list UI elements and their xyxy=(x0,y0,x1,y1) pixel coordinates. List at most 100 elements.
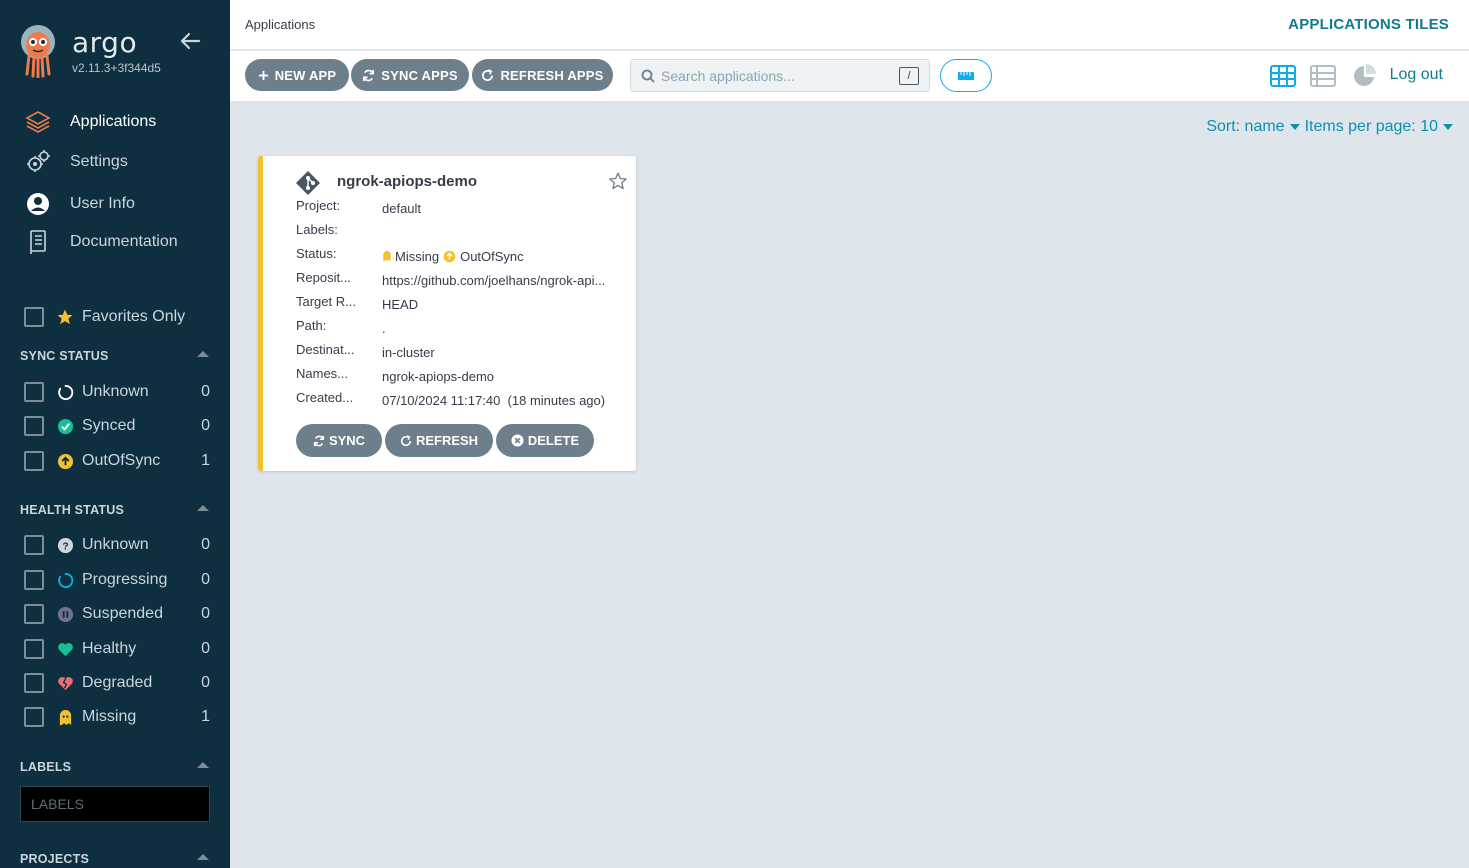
field-key: Path: xyxy=(296,318,327,333)
filter-label: Degraded xyxy=(82,674,153,691)
filter-checkbox[interactable] xyxy=(24,707,44,727)
sort-controls: Sort: name Items per page: 10 xyxy=(1206,118,1453,136)
projects-collapse-caret[interactable] xyxy=(197,854,209,860)
progressing-circle-icon xyxy=(56,571,74,589)
favorites-label: Favorites Only xyxy=(82,308,186,325)
search-input[interactable] xyxy=(661,60,891,91)
field-key: Labels: xyxy=(296,222,338,237)
logout-link[interactable]: Log out xyxy=(1390,66,1443,84)
field-status: Status: Missing OutOfSync xyxy=(296,246,626,266)
nav-user-info[interactable]: User Info xyxy=(24,189,135,219)
filter-count: 0 xyxy=(201,571,210,588)
collapse-sidebar-arrow-icon[interactable] xyxy=(178,30,202,52)
filter-health-unknown[interactable]: ? Unknown 0 xyxy=(24,533,210,557)
filter-checkbox[interactable] xyxy=(24,382,44,402)
nav-settings[interactable]: Settings xyxy=(24,147,128,177)
layers-icon xyxy=(24,108,52,136)
labels-collapse-caret[interactable] xyxy=(197,762,209,768)
items-per-page-dropdown[interactable]: Items per page: 10 xyxy=(1305,118,1453,136)
favorites-checkbox[interactable] xyxy=(24,307,44,327)
caret-down-icon xyxy=(1289,124,1300,130)
projects-title: PROJECTS xyxy=(20,852,89,866)
filter-health-missing[interactable]: Missing 1 xyxy=(24,705,210,729)
field-key: Names... xyxy=(296,366,349,381)
filter-sync-synced[interactable]: Synced 0 xyxy=(24,414,210,438)
favorites-filter[interactable]: Favorites Only xyxy=(24,307,185,327)
filter-checkbox[interactable] xyxy=(24,451,44,471)
filter-health-progressing[interactable]: Progressing 0 xyxy=(24,568,210,592)
search-icon xyxy=(641,69,655,83)
broken-heart-icon xyxy=(56,674,74,692)
field-value: . xyxy=(382,320,386,336)
pause-circle-icon xyxy=(56,605,74,623)
filter-checkbox[interactable] xyxy=(24,535,44,555)
app-name[interactable]: ngrok-apiops-demo xyxy=(337,173,477,190)
times-circle-icon xyxy=(511,434,524,447)
sync-status-text: OutOfSync xyxy=(460,248,524,264)
filter-label: Progressing xyxy=(82,571,168,588)
field-value: default xyxy=(382,200,422,216)
check-circle-icon xyxy=(56,417,74,435)
arrow-up-circle-icon xyxy=(443,250,456,262)
filter-label: OutOfSync xyxy=(82,452,161,469)
application-tile[interactable]: ngrok-apiops-demo Project: default Label… xyxy=(258,156,636,471)
filter-checkbox[interactable] xyxy=(24,639,44,659)
sync-icon xyxy=(313,435,325,447)
filter-label: Healthy xyxy=(82,640,137,657)
filter-count: 0 xyxy=(201,536,210,553)
field-destination: Destinat... in-cluster xyxy=(296,342,626,362)
field-project: Project: default xyxy=(296,198,626,218)
button-label: REFRESH xyxy=(415,433,479,448)
labels-filter-input[interactable] xyxy=(20,786,210,822)
refresh-icon xyxy=(481,68,494,82)
filter-sync-outofsync[interactable]: OutOfSync 1 xyxy=(24,449,210,473)
new-app-button[interactable]: NEW APP xyxy=(245,59,349,91)
field-labels: Labels: xyxy=(296,222,626,242)
filter-health-healthy[interactable]: Healthy 0 xyxy=(24,637,210,661)
favorite-star-icon[interactable] xyxy=(608,171,628,191)
filter-checkbox[interactable] xyxy=(24,604,44,624)
filter-count: 0 xyxy=(201,417,210,434)
filter-sync-unknown[interactable]: Unknown 0 xyxy=(24,380,210,404)
ghost-icon xyxy=(383,251,391,261)
filter-label: Missing xyxy=(82,708,137,725)
toolbar: NEW APP SYNC APPS REFRESH APPS / Log out xyxy=(230,51,1469,101)
question-circle-icon: ? xyxy=(56,536,74,554)
sync-status-collapse-caret[interactable] xyxy=(197,351,209,357)
tiles-view-icon[interactable] xyxy=(1270,63,1296,89)
sync-button[interactable]: SYNC xyxy=(296,424,382,457)
refresh-apps-button[interactable]: REFRESH APPS xyxy=(472,59,613,91)
nav-documentation[interactable]: Documentation xyxy=(24,227,178,257)
filter-checkbox[interactable] xyxy=(24,570,44,590)
filter-count: 0 xyxy=(201,674,210,691)
sidebar: argo v2.11.3+3f344d5 Applications Settin… xyxy=(0,0,230,868)
list-view-icon[interactable] xyxy=(1310,63,1336,89)
ruler-icon xyxy=(958,71,974,80)
sort-dropdown[interactable]: Sort: name xyxy=(1206,118,1300,136)
filter-label: Unknown xyxy=(82,536,149,553)
filter-health-degraded[interactable]: Degraded 0 xyxy=(24,671,210,695)
field-key: Status: xyxy=(296,246,337,261)
svg-text:?: ? xyxy=(62,541,68,552)
filter-count: 0 xyxy=(201,383,210,400)
button-label: SYNC APPS xyxy=(381,67,458,83)
annotation-toggle-button[interactable] xyxy=(940,59,992,92)
health-status-collapse-caret[interactable] xyxy=(197,505,209,511)
field-value: ngrok-apiops-demo xyxy=(382,368,495,384)
filter-label: Suspended xyxy=(82,605,163,622)
nav-applications[interactable]: Applications xyxy=(24,107,156,137)
filter-health-suspended[interactable]: Suspended 0 xyxy=(24,602,210,626)
filter-checkbox[interactable] xyxy=(24,673,44,693)
filter-checkbox[interactable] xyxy=(24,416,44,436)
sync-apps-button[interactable]: SYNC APPS xyxy=(351,59,469,91)
git-icon xyxy=(296,171,320,195)
breadcrumb[interactable]: Applications xyxy=(245,17,315,32)
delete-button[interactable]: DELETE xyxy=(496,424,594,457)
refresh-button[interactable]: REFRESH xyxy=(385,424,493,457)
argo-octopus-logo xyxy=(21,25,55,78)
book-icon xyxy=(24,228,52,256)
brand-version: v2.11.3+3f344d5 xyxy=(72,61,161,75)
summary-pie-chart-icon[interactable] xyxy=(1352,63,1378,89)
nav-label: Applications xyxy=(70,113,157,130)
caret-down-icon xyxy=(1443,124,1453,130)
